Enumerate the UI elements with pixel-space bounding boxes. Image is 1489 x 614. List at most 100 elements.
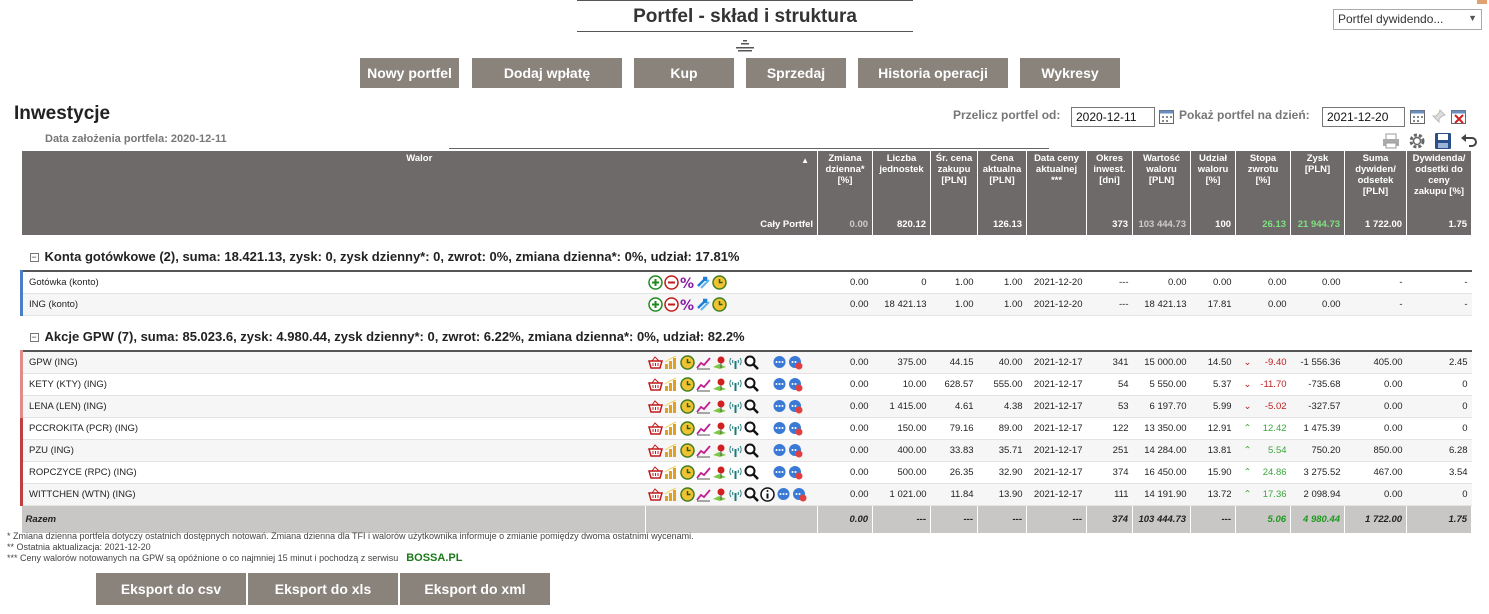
add-icon[interactable] [647,275,663,290]
collapse-minus-icon[interactable]: − [29,333,39,343]
line-chart-icon[interactable] [695,355,711,370]
buy-button[interactable]: Kup [634,58,734,88]
table-row[interactable]: LENA (LEN) (ING) 0.00 1 415.00 4.61 4.38 2021… [20,395,1472,418]
basket-icon[interactable] [647,355,663,370]
col-header-suma-dyw[interactable]: Suma dywiden/ odsetek [PLN] [1344,151,1408,213]
col-header-zysk[interactable]: Zysk [PLN] [1290,151,1346,213]
chat-icon[interactable] [772,421,787,436]
col-header-okres[interactable]: Okres inwest. [dni] [1086,151,1134,213]
table-row[interactable]: PCCROKITA (PCR) (ING) 0.00 150.00 79.16 89.0… [20,417,1472,440]
map-pin-icon[interactable] [712,421,727,436]
row-name[interactable]: LENA (LEN) (ING) [20,395,646,418]
clock-icon[interactable] [679,398,695,414]
sell-button[interactable]: Sprzedaj [746,58,846,88]
basket-icon[interactable] [647,487,663,502]
chat-icon[interactable] [772,465,787,480]
map-pin-icon[interactable] [712,443,727,458]
sort-icon[interactable]: ▲ [801,155,809,166]
forum-icon[interactable] [788,421,803,436]
col-header-wartosc[interactable]: Wartość waloru [PLN] [1132,151,1192,213]
clock-icon[interactable] [679,376,695,392]
undo-icon[interactable] [1460,132,1478,150]
search-icon[interactable] [744,443,759,458]
clock-icon[interactable] [679,420,695,436]
map-pin-icon[interactable] [712,487,727,502]
gear-icon[interactable] [1408,132,1426,150]
clock-icon[interactable] [679,486,695,502]
chat-icon[interactable] [772,377,787,392]
line-chart-icon[interactable] [695,421,711,436]
forum-icon[interactable] [788,443,803,458]
search-icon[interactable] [744,487,759,502]
print-icon[interactable] [1382,132,1400,150]
save-icon[interactable] [1434,132,1452,150]
bars-chart-icon[interactable] [664,465,679,480]
antenna-icon[interactable] [728,355,743,370]
line-chart-icon[interactable] [695,487,711,502]
line-chart-icon[interactable] [695,443,711,458]
antenna-icon[interactable] [728,399,743,414]
antenna-icon[interactable] [728,421,743,436]
search-icon[interactable] [744,399,759,414]
clock-icon[interactable] [711,275,727,290]
col-header-sr-cena[interactable]: Śr. cena zakupu [PLN] [930,151,979,213]
chat-icon[interactable] [772,399,787,414]
antenna-icon[interactable] [728,443,743,458]
basket-icon[interactable] [647,443,663,458]
show-date-input[interactable]: 2021-12-20 [1322,107,1405,127]
clock-icon[interactable] [679,464,695,480]
row-name[interactable]: PZU (ING) [20,439,646,462]
map-pin-icon[interactable] [712,399,727,414]
row-name[interactable]: PCCROKITA (PCR) (ING) [20,417,646,440]
export-xls-button[interactable]: Eksport do xls [248,573,398,605]
table-row[interactable]: Gotówka (konto)% 0.00 0 1.00 1.00 2021-12-20-… [20,271,1472,294]
table-row[interactable]: KETY (KTY) (ING) 0.00 10.00 628.57 555.00 202… [20,373,1472,396]
row-name[interactable]: GPW (ING) [20,351,646,374]
antenna-icon[interactable] [728,487,743,502]
add-icon[interactable] [647,296,663,312]
bossa-logo[interactable]: BOSSA.PL [406,552,462,564]
search-icon[interactable] [744,355,759,370]
table-row[interactable]: PZU (ING) 0.00 400.00 33.83 35.71 2021-12-17 2… [20,439,1472,462]
clock-icon[interactable] [679,442,695,458]
col-header-liczba[interactable]: Liczba jednostek [872,151,932,213]
row-name[interactable]: Gotówka (konto) [20,271,646,294]
delete-calendar-icon[interactable] [1451,109,1466,124]
percent-icon[interactable]: % [680,297,695,312]
bars-chart-icon[interactable] [664,399,679,414]
line-chart-icon[interactable] [695,399,711,414]
col-header-stopa[interactable]: Stopa zwrotu [%] [1235,151,1292,213]
antenna-icon[interactable] [728,465,743,480]
history-button[interactable]: Historia operacji [858,58,1008,88]
col-header-data[interactable]: Data ceny aktualnej *** [1026,151,1088,213]
transfer-icon[interactable] [696,275,711,290]
chat-icon[interactable] [772,443,787,458]
search-icon[interactable] [744,465,759,480]
collapse-icon[interactable] [736,40,754,52]
clock-icon[interactable] [679,355,695,370]
remove-icon[interactable] [663,275,679,290]
pin-icon[interactable] [1431,109,1446,124]
transfer-icon[interactable] [696,297,711,312]
chat-icon[interactable] [776,487,791,502]
forum-icon[interactable] [788,355,803,370]
calendar-icon[interactable] [1410,109,1425,124]
line-chart-icon[interactable] [695,465,711,480]
map-pin-icon[interactable] [712,377,727,392]
table-row[interactable]: ROPCZYCE (RPC) (ING) 0.00 500.00 26.35 32.90… [20,461,1472,484]
col-header-udzial[interactable]: Udział waloru [%] [1190,151,1237,213]
new-portfolio-button[interactable]: Nowy portfel [360,58,459,88]
row-name[interactable]: WITTCHEN (WTN) (ING) [20,483,646,506]
map-pin-icon[interactable] [712,355,727,370]
bars-chart-icon[interactable] [664,421,679,436]
table-row[interactable]: WITTCHEN (WTN) (ING) 0.00 1 021.00 11.84 13.… [20,483,1472,506]
export-xml-button[interactable]: Eksport do xml [400,573,550,605]
charts-button[interactable]: Wykresy [1020,58,1120,88]
bars-chart-icon[interactable] [664,377,679,392]
line-chart-icon[interactable] [695,377,711,392]
recalc-date-input[interactable]: 2020-12-11 [1071,107,1155,127]
search-icon[interactable] [744,377,759,392]
col-header-cena[interactable]: Cena aktualna [PLN] [977,151,1028,213]
table-row[interactable]: GPW (ING) 0.00 375.00 44.15 40.00 2021-12-17 3… [20,351,1472,374]
calendar-icon[interactable] [1159,109,1174,124]
